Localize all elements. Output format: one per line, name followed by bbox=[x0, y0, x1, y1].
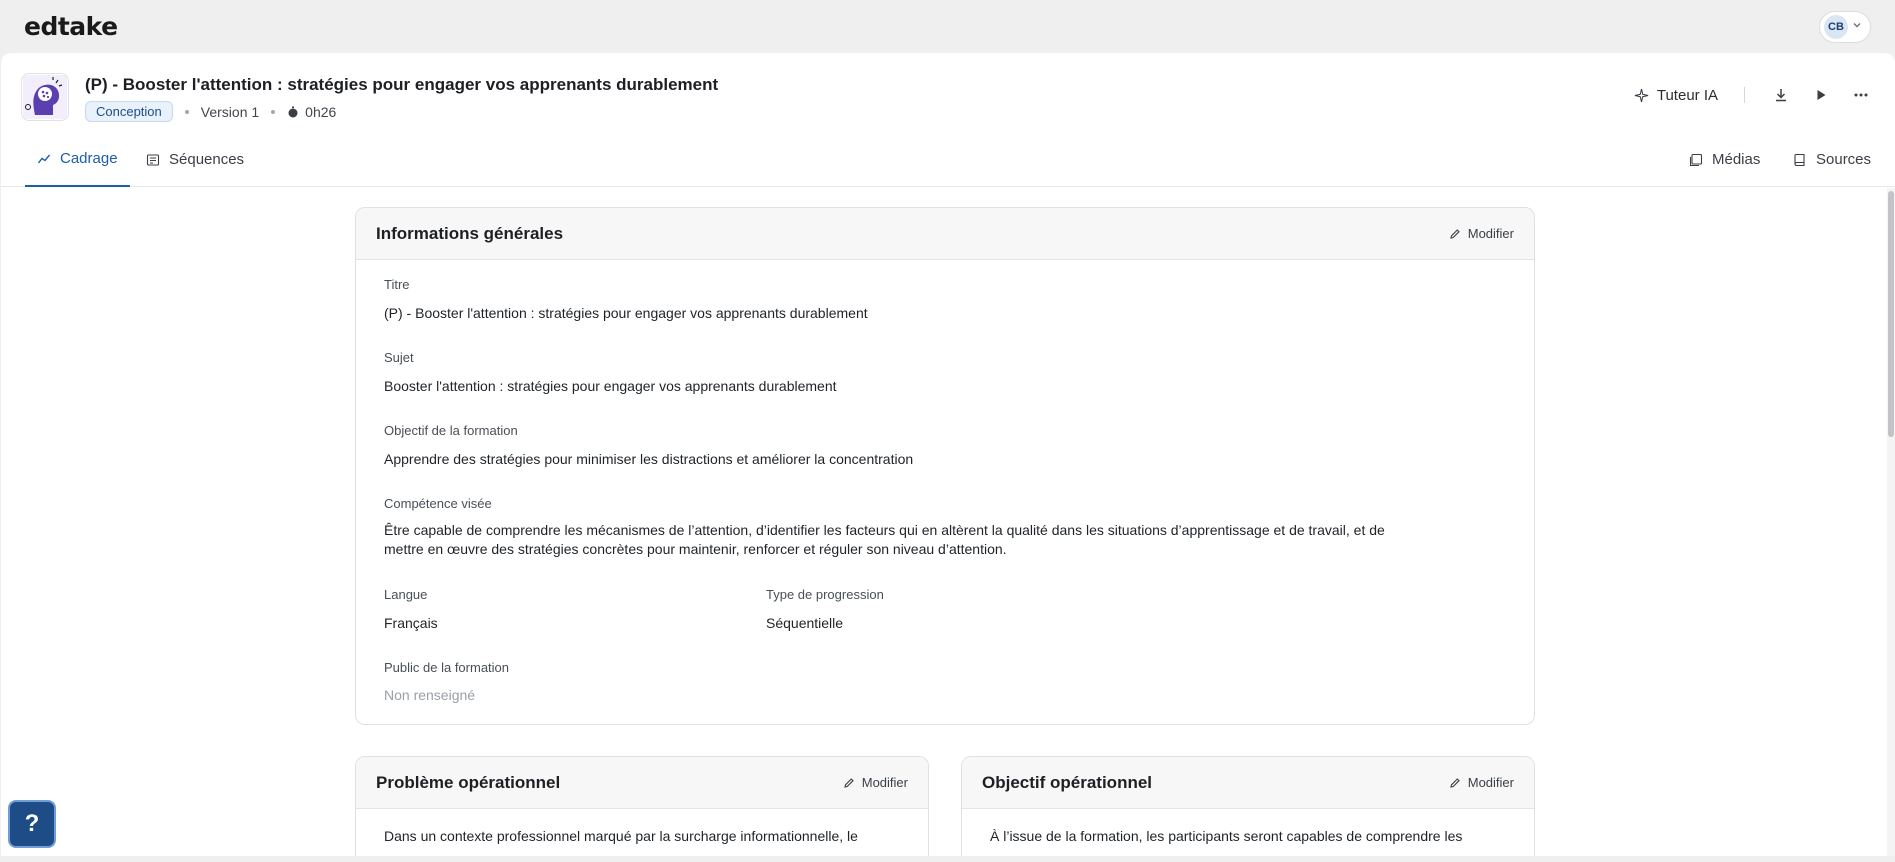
field-label-competence: Compétence visée bbox=[384, 496, 492, 511]
more-options-button[interactable] bbox=[1845, 79, 1877, 111]
trend-line-icon bbox=[37, 154, 51, 163]
meta-separator bbox=[184, 109, 189, 114]
tab-medias-label: Médias bbox=[1712, 151, 1761, 168]
tab-medias[interactable]: Médias bbox=[1677, 132, 1772, 187]
field-value-titre: (P) - Booster l'attention : stratégies p… bbox=[384, 305, 868, 321]
field-value-langue: Français bbox=[384, 615, 438, 631]
main-panel: (P) - Booster l'attention : stratégies p… bbox=[1, 53, 1895, 856]
field-label-public: Public de la formation bbox=[384, 660, 510, 675]
tab-sources-label: Sources bbox=[1816, 151, 1872, 168]
top-bar: edtake CB bbox=[0, 0, 1895, 53]
field-value-progression: Séquentielle bbox=[766, 615, 844, 631]
version-label: Version 1 bbox=[200, 103, 260, 120]
download-button[interactable] bbox=[1765, 79, 1797, 111]
tab-sources[interactable]: Sources bbox=[1781, 132, 1883, 187]
edit-general-info-button[interactable]: Modifier bbox=[1449, 226, 1514, 241]
user-menu[interactable]: CB bbox=[1819, 10, 1871, 43]
duration-value: 0h26 bbox=[305, 103, 337, 120]
edit-objective-button[interactable]: Modifier bbox=[1449, 775, 1514, 790]
general-info-card: Informations générales Modifier Titre (P… bbox=[355, 207, 1535, 725]
card-title: Informations générales bbox=[376, 223, 564, 243]
edit-label: Modifier bbox=[1467, 775, 1514, 790]
ai-tutor-label: Tuteur IA bbox=[1656, 86, 1718, 104]
card-header: Informations générales Modifier bbox=[356, 208, 1534, 260]
tab-sequences[interactable]: Séquences bbox=[134, 132, 256, 187]
pencil-icon bbox=[1450, 777, 1460, 788]
pencil-icon bbox=[1450, 228, 1460, 239]
field-label-objectif: Objectif de la formation bbox=[384, 423, 518, 438]
help-button[interactable]: ? bbox=[8, 800, 56, 848]
field-label-sujet: Sujet bbox=[384, 350, 414, 365]
field-value-public: Non renseigné bbox=[384, 687, 476, 703]
operational-objective-card: Objectif opérationnel Modifier À l’issue… bbox=[961, 756, 1535, 856]
operational-problem-card: Problème opérationnel Modifier Dans un c… bbox=[355, 756, 929, 856]
card-header: Objectif opérationnel Modifier bbox=[962, 757, 1534, 809]
timer-icon bbox=[288, 106, 298, 117]
card-body: Titre (P) - Booster l'attention : straté… bbox=[356, 260, 1534, 724]
field-value-objectif: Apprendre des stratégies pour minimiser … bbox=[384, 451, 914, 467]
duration: 0h26 bbox=[287, 104, 336, 120]
download-icon bbox=[1776, 89, 1786, 102]
tab-sequences-label: Séquences bbox=[169, 151, 245, 168]
tab-cadrage[interactable]: Cadrage bbox=[25, 132, 130, 187]
divider bbox=[1744, 87, 1745, 103]
ai-tutor-button[interactable]: Tuteur IA bbox=[1620, 81, 1732, 110]
field-value-sujet: Booster l'attention : stratégies pour en… bbox=[384, 378, 837, 394]
problem-text: Dans un contexte professionnel marqué pa… bbox=[384, 828, 858, 844]
pencil-icon bbox=[844, 777, 854, 788]
field-label-langue: Langue bbox=[384, 587, 428, 602]
layout-list-icon bbox=[146, 153, 160, 166]
header-actions: Tuteur IA bbox=[1620, 79, 1877, 111]
avatar: CB bbox=[1824, 14, 1848, 39]
field-value-competence-line2: mettre en œuvre des stratégies concrètes… bbox=[384, 541, 1007, 557]
objective-text: À l’issue de la formation, les participa… bbox=[990, 828, 1463, 844]
play-icon bbox=[1817, 90, 1826, 100]
course-header: (P) - Booster l'attention : stratégies p… bbox=[1, 53, 1895, 132]
bottom-strip bbox=[0, 856, 1895, 862]
sparkle-icon bbox=[1634, 88, 1649, 102]
course-thumbnail bbox=[21, 73, 69, 121]
card-title: Objectif opérationnel bbox=[982, 772, 1153, 792]
brain-head-icon bbox=[23, 75, 67, 119]
field-label-titre: Titre bbox=[384, 277, 410, 292]
field-value-competence-line1: Être capable de comprendre les mécanisme… bbox=[384, 522, 1385, 538]
edit-label: Modifier bbox=[1467, 226, 1514, 241]
status-badge: Conception bbox=[85, 101, 173, 122]
play-button[interactable] bbox=[1805, 79, 1837, 111]
edit-label: Modifier bbox=[861, 775, 908, 790]
book-icon bbox=[1794, 153, 1805, 166]
edit-problem-button[interactable]: Modifier bbox=[843, 775, 908, 790]
course-meta: Conception Version 1 0h26 bbox=[85, 101, 336, 122]
more-horizontal-icon bbox=[1854, 93, 1868, 97]
card-header: Problème opérationnel Modifier bbox=[356, 757, 928, 809]
course-title: (P) - Booster l'attention : stratégies p… bbox=[85, 75, 719, 94]
chevron-down-icon bbox=[1852, 20, 1862, 33]
scrollbar-thumb[interactable] bbox=[1888, 191, 1894, 437]
tab-cadrage-label: Cadrage bbox=[60, 150, 118, 167]
app-logo[interactable]: edtake bbox=[24, 12, 118, 41]
tab-bar: Cadrage Séquences Médias Sources bbox=[1, 132, 1895, 187]
gallery-icon bbox=[1689, 153, 1703, 166]
meta-separator bbox=[271, 109, 276, 114]
field-label-progression: Type de progression bbox=[766, 587, 884, 602]
card-title: Problème opérationnel bbox=[376, 772, 561, 792]
